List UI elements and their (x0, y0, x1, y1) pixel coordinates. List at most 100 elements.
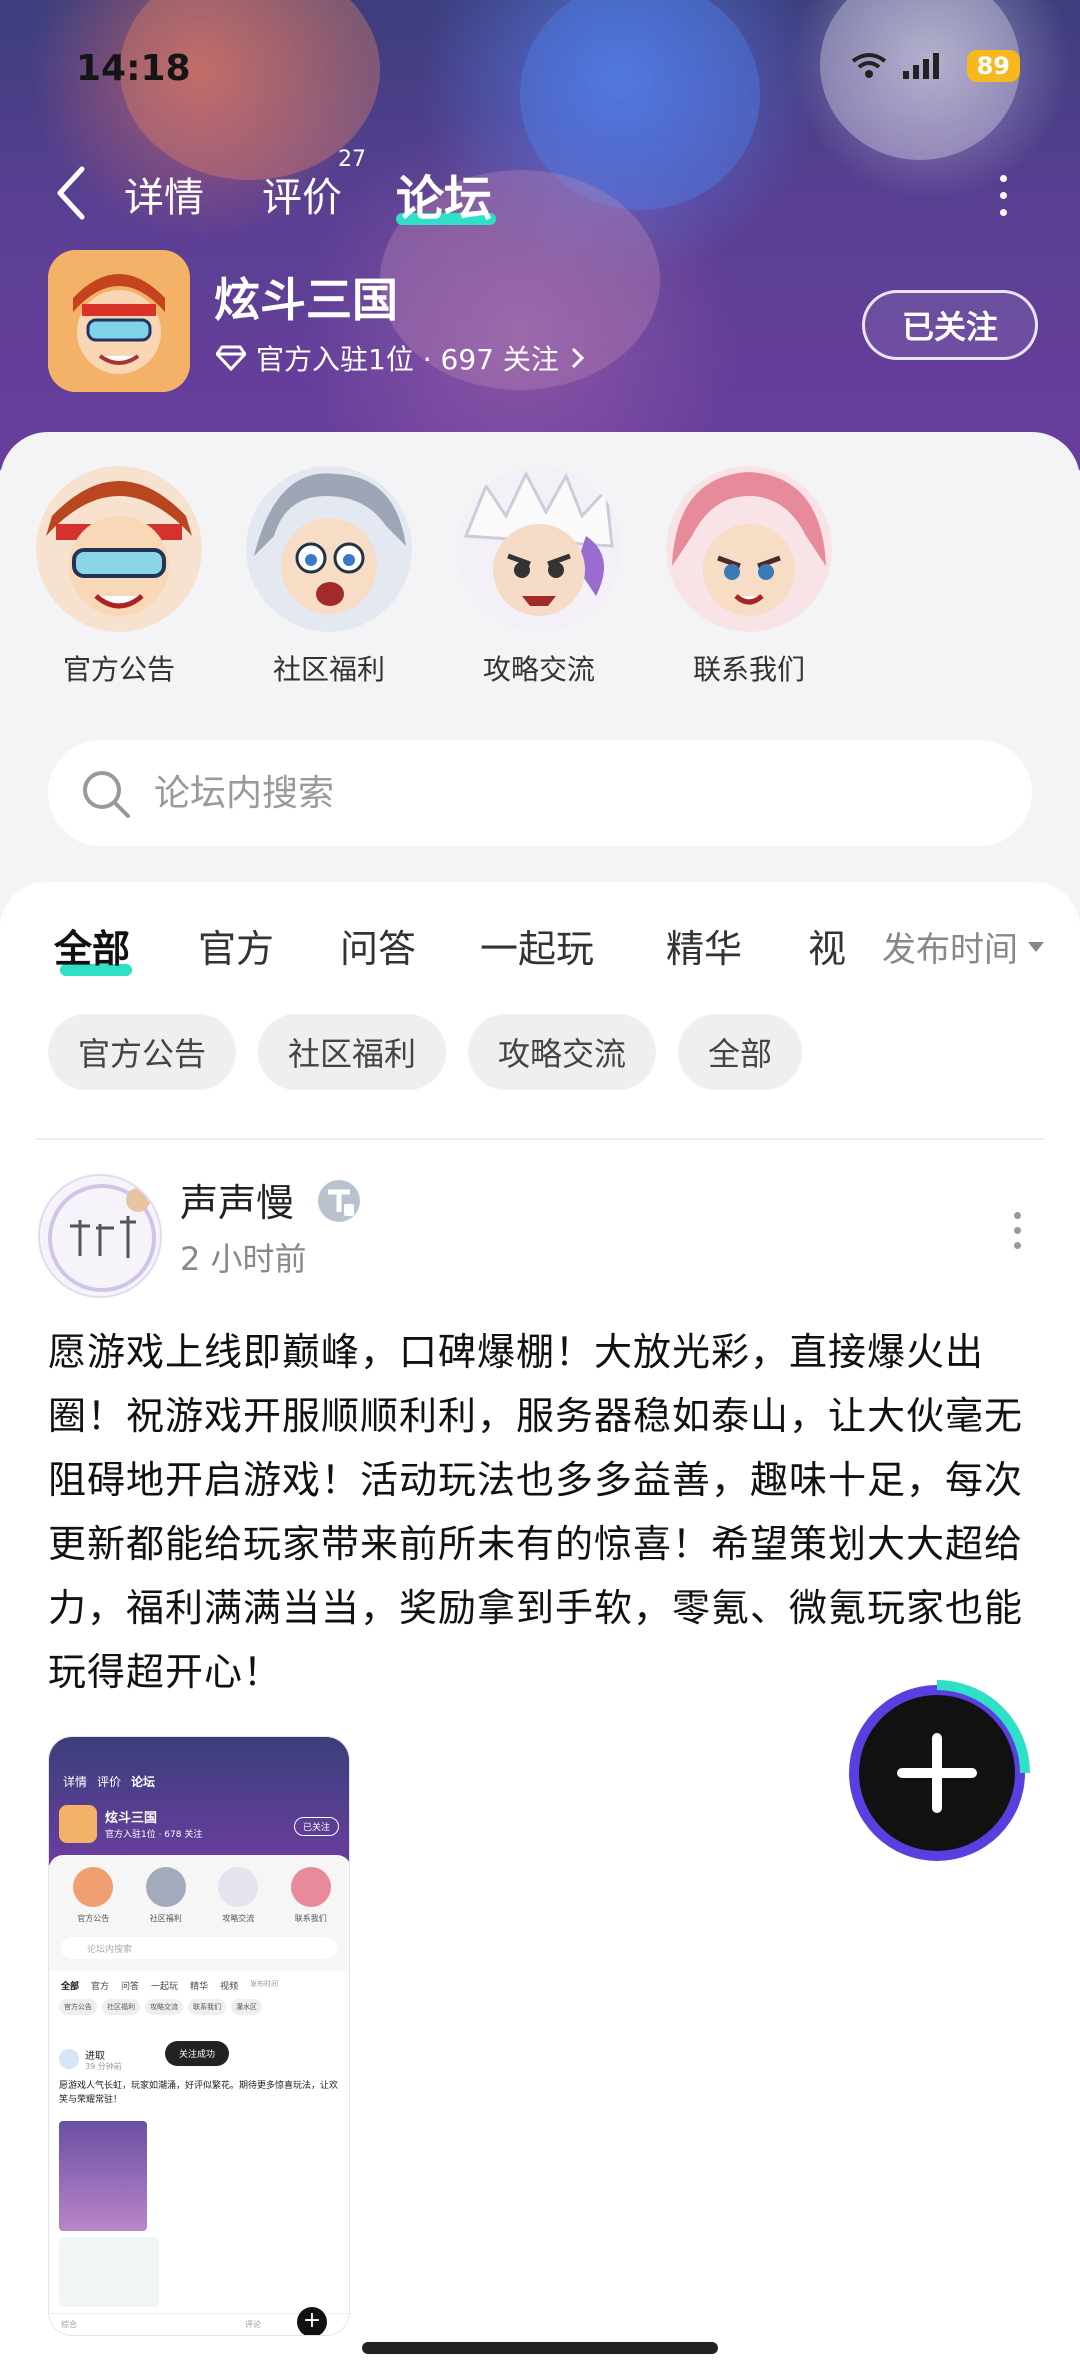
signal-icon (902, 53, 939, 79)
filter-tab-video[interactable]: 视 (808, 918, 846, 973)
status-icons: 89 (851, 50, 1020, 82)
thumbnail-sub-tag: 官方公告 (59, 1999, 97, 2015)
thumbnail-post-time: 39 分钟前 (85, 2062, 122, 2071)
category-avatar-4 (666, 466, 832, 632)
thumbnail-sub-tags: 官方公告 社区福利 攻略交流 联系我们 灌水区 (59, 1999, 349, 2015)
thumbnail-game-name: 炫斗三国 (105, 1811, 158, 1826)
thumbnail-filter-tab: 官方 (91, 1982, 110, 1992)
category-community-welfare[interactable]: 社区福利 (244, 466, 414, 688)
wifi-icon (851, 53, 886, 78)
thumbnail-category-label: 攻略交流 (222, 1914, 255, 1923)
category-strategy-exchange[interactable]: 攻略交流 (454, 466, 624, 688)
author-name[interactable]: 声声慢 (180, 1172, 294, 1227)
thumbnail-post-avatar (59, 2049, 79, 2069)
thumbnail-game-meta: 官方入驻1位 · 678 关注 (105, 1830, 203, 1840)
search-input[interactable] (154, 758, 974, 828)
thumbnail-follow: 已关注 (293, 1817, 339, 1836)
thumbnail-tab: 详情 (63, 1775, 88, 1789)
category-label: 官方公告 (62, 653, 175, 686)
thumbnail-search: 论坛内搜索 (61, 1937, 337, 1959)
thumbnail-filter-tab: 精华 (190, 1982, 209, 1992)
thumbnail-bottom-left: 综合 (61, 2320, 77, 2329)
tab-forum[interactable]: 论坛 (396, 159, 492, 229)
filter-tab-featured[interactable]: 精华 (666, 918, 742, 973)
thumbnail-filter-tab: 全部 (61, 1982, 80, 1992)
thumbnail-sub-tag: 攻略交流 (145, 1999, 183, 2015)
thumbnail-filter-tabs: 全部 官方 问答 一起玩 精华 视频 发布时间 (61, 1979, 341, 1992)
battery-indicator: 89 (966, 50, 1020, 82)
category-avatar-1 (36, 466, 202, 632)
filter-tabs: 全部 官方 问答 一起玩 精华 视 发布时间 (54, 918, 1044, 988)
filter-tab-official[interactable]: 官方 (198, 918, 274, 973)
thumbnail-filter-tab: 视频 (220, 1982, 239, 1992)
thumbnail-header (49, 1737, 349, 1865)
game-info: 炫斗三国 官方入驻1位 · 697 关注 已关注 (48, 250, 1038, 400)
thumbnail-post-card (59, 2237, 159, 2307)
game-title: 炫斗三国 (214, 273, 398, 327)
caret-down-icon (1028, 941, 1044, 952)
thumbnail-category-label: 官方公告 (77, 1914, 110, 1923)
sort-dropdown[interactable]: 发布时间 (872, 922, 1044, 971)
chevron-right-icon (571, 347, 584, 369)
filter-tab-qa[interactable]: 问答 (340, 918, 416, 973)
create-post-button[interactable] (844, 1680, 1030, 1866)
game-meta-text: 官方入驻1位 · 697 关注 (256, 343, 559, 376)
sort-label: 发布时间 (882, 930, 1018, 970)
forum-search-bar[interactable] (48, 740, 1032, 846)
forum-content: 官方公告 社区福利 攻略交流 联系我们 论坛内搜索 全部 官方 问答 一起玩 精… (0, 432, 1080, 2377)
home-indicator[interactable] (362, 2342, 718, 2354)
author-level-badge-icon (318, 1180, 360, 1222)
post-time: 2 小时前 (180, 1240, 307, 1278)
thumbnail-sub-tag: 联系我们 (188, 1999, 226, 2015)
thumbnail-sub-tag: 社区福利 (102, 1999, 140, 2015)
thumbnail-category-labels: 官方公告 社区福利 攻略交流 联系我们 (57, 1913, 347, 1924)
thumbnail-filter-tab: 一起玩 (151, 1982, 179, 1992)
game-meta[interactable]: 官方入驻1位 · 697 关注 (216, 338, 587, 378)
category-shortcuts: 官方公告 社区福利 攻略交流 联系我们 (0, 466, 1080, 696)
thumbnail-post-image (59, 2121, 147, 2231)
diamond-icon (216, 345, 246, 371)
category-avatar-2 (246, 466, 412, 632)
post-body: 愿游戏上线即巅峰，口碑爆棚！大放光彩，直接爆火出圈！祝游戏开服顺顺利利，服务器稳… (48, 1330, 1024, 1694)
thumbnail-tab: 论坛 (131, 1775, 156, 1789)
thumbnail-tab: 评价 (97, 1775, 122, 1789)
category-label: 联系我们 (692, 653, 805, 686)
category-label: 攻略交流 (482, 653, 595, 686)
follow-button[interactable]: 已关注 (862, 290, 1038, 360)
filter-tab-all[interactable]: 全部 (54, 918, 130, 973)
post-feed: 全部 官方 问答 一起玩 精华 视 发布时间 官方公告 社区福利 攻略交流 全部 (0, 882, 1080, 2377)
back-arrow-icon[interactable] (52, 163, 92, 223)
divider (36, 1138, 1044, 1140)
thumbnail-game-icon (59, 1805, 97, 1843)
sub-tags: 官方公告 社区福利 攻略交流 全部 (48, 1014, 1038, 1094)
post-image-thumbnail[interactable]: 详情 评价 论坛 炫斗三国 官方入驻1位 · 678 关注 已关注 官方公告 社… (48, 1736, 350, 2336)
thumbnail-post-body: 愿游戏人气长虹，玩家如潮涌，好评似繁花。期待更多惊喜玩法，让欢笑与荣耀常驻！ (59, 2081, 339, 2105)
header-banner: 14:18 89 详情 评价 27 论坛 炫斗三国 官方入驻1位 · 697 关… (0, 0, 1080, 470)
more-options-icon[interactable] (996, 175, 1010, 219)
tab-detail[interactable]: 详情 (124, 165, 204, 223)
author-avatar[interactable] (38, 1174, 162, 1298)
top-nav: 详情 评价 27 论坛 (0, 147, 1080, 235)
subtag-community-welfare[interactable]: 社区福利 (258, 1014, 447, 1090)
subtag-official-announcement[interactable]: 官方公告 (48, 1014, 237, 1090)
thumbnail-tabs: 详情 评价 论坛 (63, 1773, 155, 1790)
category-label: 社区福利 (272, 653, 385, 686)
tab-review[interactable]: 评价 (262, 165, 342, 223)
subtag-strategy-exchange[interactable]: 攻略交流 (468, 1014, 657, 1090)
thumbnail-sub-tag: 灌水区 (231, 1999, 262, 2015)
status-time: 14:18 (76, 48, 191, 89)
game-app-icon (48, 250, 190, 392)
thumbnail-category-label: 社区福利 (149, 1914, 182, 1923)
category-avatar-3 (456, 466, 622, 632)
thumbnail-toast: 关注成功 (165, 2041, 230, 2066)
thumbnail-filter-tab: 问答 (121, 1982, 140, 1992)
post-more-icon[interactable] (1012, 1212, 1022, 1252)
thumbnail-bottom-right: 评论 (245, 2320, 261, 2329)
thumbnail-category-label: 联系我们 (294, 1914, 327, 1923)
subtag-all[interactable]: 全部 (678, 1014, 803, 1090)
thumbnail-category-avatars (57, 1867, 347, 1917)
review-count-badge: 27 (338, 147, 366, 172)
category-official-announcement[interactable]: 官方公告 (34, 466, 204, 688)
category-contact-us[interactable]: 联系我们 (664, 466, 834, 688)
filter-tab-play-together[interactable]: 一起玩 (480, 918, 594, 973)
